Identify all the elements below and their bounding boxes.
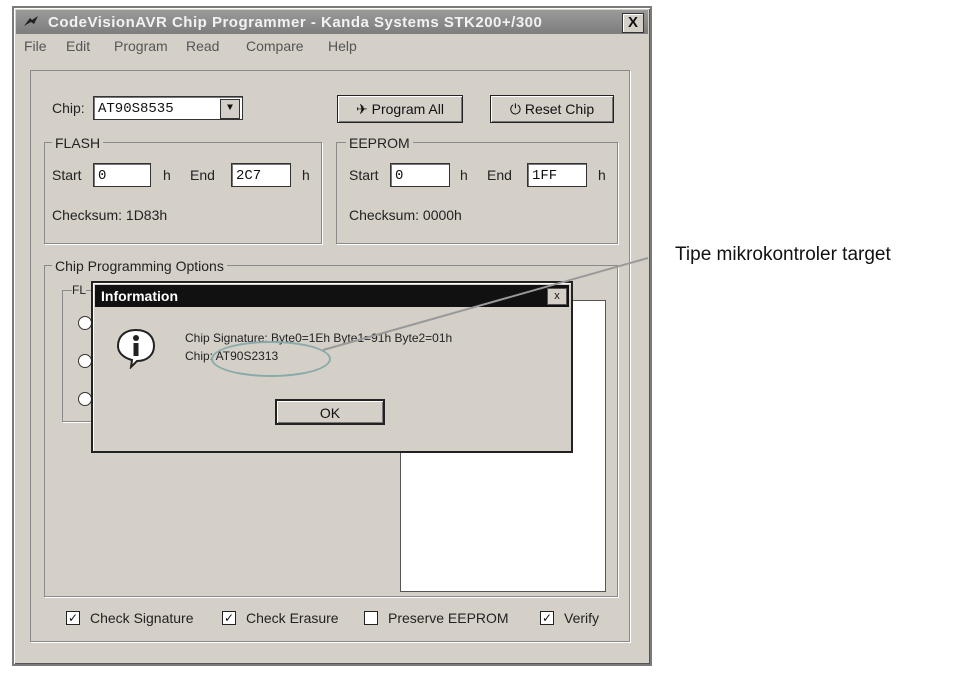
annotation-label: Tipe mikrokontroler target	[675, 244, 891, 265]
callout-line	[322, 257, 649, 351]
